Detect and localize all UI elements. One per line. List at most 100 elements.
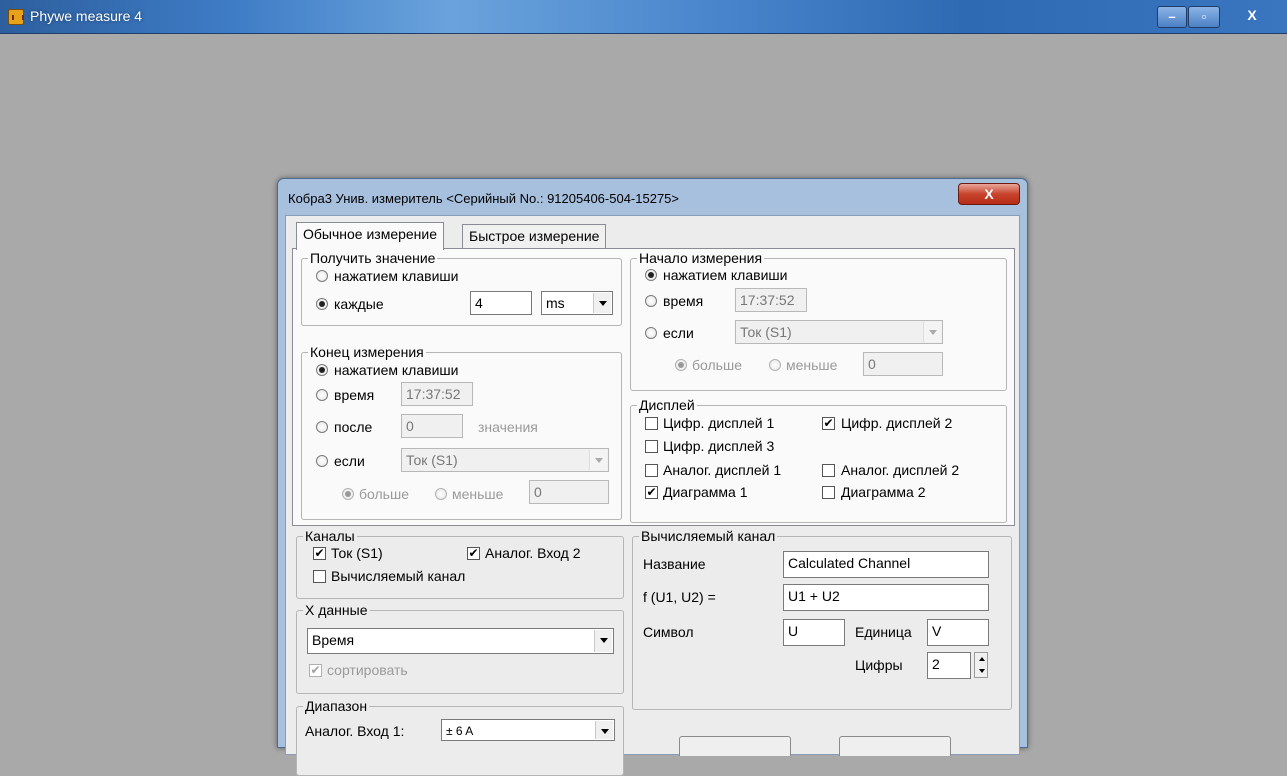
settings-dialog: Кобра3 Унив. измеритель <Серийный No.: 9… [277,178,1028,776]
tab-fast-measurement[interactable]: Быстрое измерение [462,224,607,248]
dialog-button-left[interactable] [679,736,791,756]
channel-current-checkbox[interactable]: ✔ [313,547,326,560]
display-chart-1-label: Диаграмма 1 [663,484,748,500]
get-value-every-label: каждые [334,296,384,312]
end-after-radio[interactable] [316,421,328,433]
channels-group: Каналы ✔ Ток (S1) ✔ Аналог. Вход 2 Вычис… [296,528,624,599]
calc-name-input[interactable]: Calculated Channel [783,551,989,578]
start-key-label: нажатием клавиши [663,267,788,283]
end-time-input[interactable]: 17:37:52 [401,382,473,406]
end-time-label: время [334,387,375,403]
start-time-radio[interactable] [645,295,657,307]
calc-symbol-label: Символ [643,624,694,640]
end-if-channel-value: Ток (S1) [406,452,458,468]
end-after-label: после [334,419,373,435]
range-title: Диапазон [303,698,370,714]
channel-current-label: Ток (S1) [331,545,383,561]
get-value-every-radio[interactable] [316,298,328,310]
start-key-radio[interactable] [645,269,657,281]
end-if-channel-select[interactable]: Ток (S1) [401,448,609,472]
end-threshold-input[interactable]: 0 [529,480,609,504]
start-more-radio[interactable] [675,359,687,371]
display-digital-3-label: Цифр. дисплей 3 [663,438,775,454]
end-after-input[interactable]: 0 [401,414,463,438]
start-more-label: больше [692,357,742,373]
x-data-group: X данные Время ✔ сортировать [296,602,624,694]
dialog-close-button[interactable]: X [958,183,1020,205]
measure-end-group: Конец измерения нажатием клавиши время 1… [301,344,622,520]
display-analog-2-label: Аналог. дисплей 2 [841,462,960,478]
calc-formula-input[interactable]: U1 + U2 [783,584,989,611]
get-value-title: Получить значение [308,250,438,266]
dialog-button-right[interactable] [839,736,951,756]
display-digital-2-checkbox[interactable]: ✔ [822,417,835,430]
start-time-input[interactable]: 17:37:52 [735,288,807,312]
channel-analog-2-checkbox[interactable]: ✔ [467,547,480,560]
x-data-title: X данные [303,602,370,618]
get-value-key-radio[interactable] [316,270,328,282]
channels-title: Каналы [303,528,357,544]
start-if-channel-select[interactable]: Ток (S1) [735,320,943,344]
end-more-label: больше [359,486,409,502]
app-close-button[interactable]: X [1228,6,1276,28]
start-less-radio[interactable] [769,359,781,371]
end-time-radio[interactable] [316,389,328,401]
end-more-radio[interactable] [342,488,354,500]
chevron-down-icon [594,630,612,652]
start-threshold-input[interactable]: 0 [863,352,943,376]
display-analog-2-checkbox[interactable] [822,464,835,477]
measure-end-title: Конец измерения [308,344,426,360]
chevron-down-icon [923,322,941,342]
display-analog-1-checkbox[interactable] [645,464,658,477]
calc-channel-group: Вычисляемый канал Название Calculated Ch… [632,528,1012,710]
interval-input[interactable]: 4 [470,291,532,315]
channel-calculated-checkbox[interactable] [313,570,326,583]
x-data-sort-checkbox[interactable]: ✔ [309,664,322,677]
calc-formula-label: f (U1, U2) = [643,589,716,605]
x-data-select[interactable]: Время [307,628,614,654]
channel-calculated-label: Вычисляемый канал [331,568,466,584]
start-if-radio[interactable] [645,327,657,339]
display-digital-2-label: Цифр. дисплей 2 [841,415,953,431]
calc-digits-input[interactable]: 2 [927,652,971,679]
end-less-label: меньше [452,486,504,502]
calc-digits-spinner[interactable] [974,652,988,678]
calc-unit-input[interactable]: V [927,619,989,646]
tab-normal-measurement[interactable]: Обычное измерение [296,222,445,250]
display-chart-2-label: Диаграмма 2 [841,484,926,500]
minimize-button[interactable]: – [1157,6,1187,28]
calc-digits-label: Цифры [855,657,903,673]
display-digital-1-label: Цифр. дисплей 1 [663,415,775,431]
x-data-value: Время [312,632,355,648]
display-digital-1-checkbox[interactable] [645,417,658,430]
range-group: Диапазон Аналог. Вход 1: ± 6 A [296,698,624,776]
get-value-key-label: нажатием клавиши [334,268,459,284]
end-key-label: нажатием клавиши [334,362,459,378]
tab-panel: Получить значение нажатием клавиши кажды… [292,248,1015,526]
chevron-down-icon [595,721,613,739]
display-analog-1-label: Аналог. дисплей 1 [663,462,782,478]
end-key-radio[interactable] [316,364,328,376]
end-less-radio[interactable] [435,488,447,500]
start-less-label: меньше [786,357,838,373]
display-digital-3-checkbox[interactable] [645,440,658,453]
app-titlebar: Phywe measure 4 – ▫ X [0,0,1287,34]
display-chart-1-checkbox[interactable]: ✔ [645,486,658,499]
display-group: Дисплей Цифр. дисплей 1 ✔ Цифр. дисплей … [630,397,1007,523]
chevron-down-icon [589,450,607,470]
interval-unit-value: ms [546,295,565,311]
range-input-1-select[interactable]: ± 6 A [441,719,615,741]
end-if-radio[interactable] [316,455,328,467]
app-icon [8,9,24,25]
display-title: Дисплей [637,397,697,413]
interval-unit-select[interactable]: ms [541,291,613,315]
calc-channel-title: Вычисляемый канал [639,528,778,544]
display-chart-2-checkbox[interactable] [822,486,835,499]
measure-start-group: Начало измерения нажатием клавиши время … [630,250,1007,391]
maximize-button[interactable]: ▫ [1188,6,1220,28]
end-if-label: если [334,453,365,469]
start-if-label: если [663,325,694,341]
dialog-client-area: Обычное измерение Быстрое измерение Полу… [285,215,1020,776]
calc-symbol-input[interactable]: U [783,619,845,646]
chevron-down-icon [593,293,611,313]
